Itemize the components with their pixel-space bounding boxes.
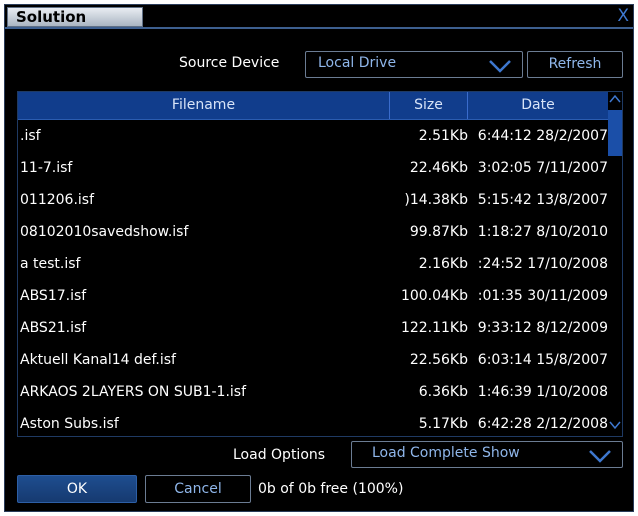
chevron-down-icon: [589, 450, 611, 463]
free-space-status: 0b of 0b free (100%): [258, 481, 404, 497]
scroll-thumb[interactable]: [608, 110, 622, 156]
file-size: 122.11Kb: [400, 320, 468, 336]
file-name: ABS21.isf: [20, 320, 87, 336]
file-row[interactable]: a test.isf 2.16Kb :24:52 17/10/2008: [18, 249, 608, 281]
file-name: ARKAOS 2LAYERS ON SUB1-1.isf: [20, 384, 247, 400]
file-name: 08102010savedshow.isf: [20, 224, 189, 240]
file-row[interactable]: 011206.isf )14.38Kb 5:15:42 13/8/2007: [18, 185, 608, 217]
chevron-down-icon: [489, 60, 511, 73]
file-date: 6:44:12 28/2/2007: [477, 128, 608, 144]
file-size: 22.56Kb: [409, 352, 468, 368]
file-row[interactable]: 08102010savedshow.isf 99.87Kb 1:18:27 8/…: [18, 217, 608, 249]
file-name: Aktuell Kanal14 def.isf: [20, 352, 176, 368]
file-name: a test.isf: [20, 256, 81, 272]
file-row[interactable]: Aston Subs.isf 5.17Kb 6:42:28 2/12/2008: [18, 409, 608, 436]
file-date: 1:46:39 1/10/2008: [477, 384, 608, 400]
arrow-up-icon[interactable]: [608, 94, 622, 108]
source-device-value: Local Drive: [318, 55, 397, 71]
file-size: 100.04Kb: [400, 288, 468, 304]
file-date: 1:18:27 8/10/2010: [477, 224, 608, 240]
file-date: :24:52 17/10/2008: [477, 256, 608, 272]
load-options-label: Load Options: [233, 447, 326, 463]
file-name: ABS17.isf: [20, 288, 87, 304]
close-icon[interactable]: X: [617, 6, 629, 26]
file-list: Filename Size Date .isf 2.51Kb 6:44:12 2…: [17, 91, 623, 437]
file-size: 2.16Kb: [418, 256, 468, 272]
column-header-size[interactable]: Size: [390, 92, 468, 119]
solution-dialog: Solution X Source Device Local Drive Ref…: [4, 4, 634, 512]
file-date: :01:35 30/11/2009: [477, 288, 608, 304]
file-size: 5.17Kb: [418, 416, 468, 432]
title-bar: Solution X: [5, 5, 633, 29]
arrow-down-icon[interactable]: [608, 420, 622, 434]
file-row[interactable]: Aktuell Kanal14 def.isf 22.56Kb 6:03:14 …: [18, 345, 608, 377]
file-name: Aston Subs.isf: [20, 416, 119, 432]
file-row[interactable]: .isf 2.51Kb 6:44:12 28/2/2007: [18, 121, 608, 153]
file-row[interactable]: ABS17.isf 100.04Kb :01:35 30/11/2009: [18, 281, 608, 313]
source-device-label: Source Device: [179, 55, 280, 71]
file-row[interactable]: ARKAOS 2LAYERS ON SUB1-1.isf 6.36Kb 1:46…: [18, 377, 608, 409]
file-row[interactable]: 11-7.isf 22.46Kb 3:02:05 7/11/2007: [18, 153, 608, 185]
file-name: .isf: [20, 128, 41, 144]
column-header-filename[interactable]: Filename: [18, 92, 390, 119]
file-row[interactable]: ABS21.isf 122.11Kb 9:33:12 8/12/2009: [18, 313, 608, 345]
file-size: )14.38Kb: [404, 192, 468, 208]
file-date: 6:42:28 2/12/2008: [477, 416, 608, 432]
window-title: Solution: [7, 7, 143, 27]
file-list-scrollbar[interactable]: [608, 92, 622, 436]
file-date: 3:02:05 7/11/2007: [477, 160, 608, 176]
file-list-header: Filename Size Date: [18, 92, 622, 120]
file-size: 6.36Kb: [418, 384, 468, 400]
file-name: 11-7.isf: [20, 160, 73, 176]
column-header-date[interactable]: Date: [468, 92, 608, 119]
load-options-dropdown[interactable]: Load Complete Show: [351, 441, 623, 468]
file-date: 6:03:14 15/8/2007: [477, 352, 608, 368]
file-date: 5:15:42 13/8/2007: [477, 192, 608, 208]
file-date: 9:33:12 8/12/2009: [477, 320, 608, 336]
load-options-value: Load Complete Show: [372, 445, 520, 461]
file-size: 2.51Kb: [418, 128, 468, 144]
source-device-dropdown[interactable]: Local Drive: [305, 51, 523, 78]
refresh-button[interactable]: Refresh: [527, 51, 623, 78]
file-size: 22.46Kb: [409, 160, 468, 176]
cancel-button[interactable]: Cancel: [145, 475, 251, 503]
file-size: 99.87Kb: [409, 224, 468, 240]
ok-button[interactable]: OK: [17, 475, 137, 503]
file-name: 011206.isf: [20, 192, 95, 208]
